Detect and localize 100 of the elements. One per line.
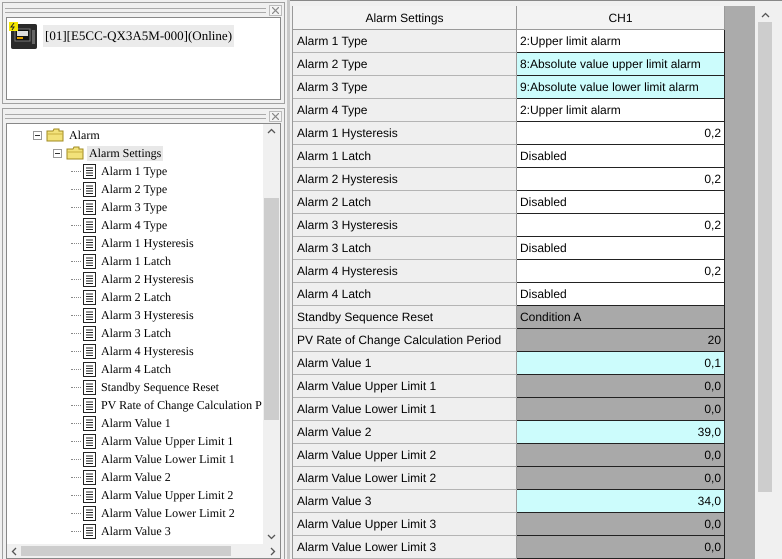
tree-item[interactable]: Alarm 3 Hysteresis — [99, 308, 196, 322]
device-label[interactable]: [01][E5CC-QX3A5M-000](Online) — [43, 25, 234, 47]
tree-item[interactable]: Alarm 2 Type — [99, 182, 170, 196]
document-icon — [83, 290, 96, 304]
document-icon — [83, 200, 96, 214]
value-cell: 0,0 — [517, 467, 725, 490]
scroll-right-icon[interactable] — [270, 546, 276, 556]
value-cell[interactable]: Disabled — [517, 145, 725, 168]
close-button[interactable] — [269, 110, 282, 122]
tree-item[interactable]: Alarm Settings — [87, 146, 164, 160]
value-cell: 20 — [517, 329, 725, 352]
scroll-up-icon[interactable] — [760, 12, 770, 18]
value-cell[interactable]: 2:Upper limit alarm — [517, 99, 725, 122]
tree-item[interactable]: Alarm 1 Type — [99, 164, 170, 178]
row-header: Alarm 4 Hysteresis — [293, 260, 517, 283]
document-icon — [83, 434, 96, 448]
document-icon — [83, 164, 96, 178]
scroll-down-icon[interactable] — [267, 534, 276, 540]
device-icon — [9, 22, 39, 50]
value-cell[interactable]: 8:Absolute value upper limit alarm — [517, 53, 725, 76]
tree-item[interactable]: Alarm Value 3 — [99, 524, 173, 538]
tree-item[interactable]: Standby Sequence Reset — [99, 380, 221, 394]
value-cell[interactable]: 0,2 — [517, 122, 725, 145]
value-cell[interactable]: 39,0 — [517, 421, 725, 444]
row-header: Alarm 1 Hysteresis — [293, 122, 517, 145]
document-icon — [83, 326, 96, 340]
collapse-icon[interactable] — [33, 130, 42, 140]
document-icon — [83, 398, 96, 412]
document-icon — [83, 470, 96, 484]
tree-item[interactable]: Alarm Value Lower Limit 2 — [99, 506, 237, 520]
document-icon — [83, 254, 96, 268]
tree-item[interactable]: Alarm 3 Latch — [99, 326, 173, 340]
value-cell[interactable]: 0,2 — [517, 260, 725, 283]
document-icon — [83, 272, 96, 286]
scrollbar[interactable] — [7, 544, 280, 558]
document-icon — [83, 236, 96, 250]
tree-item[interactable]: Alarm Value 2 — [99, 470, 173, 484]
document-icon — [83, 344, 96, 358]
document-icon — [83, 416, 96, 430]
tree-item[interactable]: Alarm Value Upper Limit 1 — [99, 434, 236, 448]
document-icon — [83, 488, 96, 502]
tree-item[interactable]: PV Rate of Change Calculation P — [99, 398, 263, 412]
scroll-up-icon[interactable] — [267, 128, 276, 134]
value-cell[interactable]: Disabled — [517, 237, 725, 260]
row-header: Alarm Value 3 — [293, 490, 517, 513]
tree-item[interactable]: Alarm 2 Latch — [99, 290, 173, 304]
value-cell: 0,0 — [517, 536, 725, 559]
tree-item[interactable]: Alarm 3 Type — [99, 200, 170, 214]
value-cell[interactable]: Disabled — [517, 283, 725, 306]
document-icon — [83, 182, 96, 196]
folder-icon — [46, 128, 64, 142]
row-header: Alarm Value Lower Limit 3 — [293, 536, 517, 559]
row-header: Alarm 3 Hysteresis — [293, 214, 517, 237]
value-cell[interactable]: 0,1 — [517, 352, 725, 375]
row-header: Alarm 4 Latch — [293, 283, 517, 306]
document-icon — [83, 308, 96, 322]
value-cell: 0,0 — [517, 513, 725, 536]
document-icon — [83, 524, 96, 538]
row-header: Standby Sequence Reset — [293, 306, 517, 329]
row-header: Alarm 2 Hysteresis — [293, 168, 517, 191]
value-cell[interactable]: 2:Upper limit alarm — [517, 30, 725, 53]
tree-item[interactable]: Alarm Value Upper Limit 2 — [99, 488, 236, 502]
tree-item[interactable]: Alarm 1 Hysteresis — [99, 236, 196, 250]
collapse-icon[interactable] — [53, 148, 62, 158]
column-header[interactable]: CH1 — [517, 6, 725, 30]
column-header[interactable]: Alarm Settings — [293, 6, 517, 30]
value-cell[interactable]: 0,2 — [517, 168, 725, 191]
row-header: Alarm 2 Type — [293, 53, 517, 76]
row-header: Alarm Value Lower Limit 2 — [293, 467, 517, 490]
document-icon — [83, 218, 96, 232]
row-header: Alarm 1 Latch — [293, 145, 517, 168]
value-cell: 0,0 — [517, 444, 725, 467]
row-header: Alarm Value Upper Limit 3 — [293, 513, 517, 536]
scroll-left-icon[interactable] — [11, 546, 17, 556]
row-header: Alarm 2 Latch — [293, 191, 517, 214]
value-cell[interactable]: 0,2 — [517, 214, 725, 237]
value-cell: Condition A — [517, 306, 725, 329]
row-header: Alarm 4 Type — [293, 99, 517, 122]
tree-item[interactable]: Alarm 4 Hysteresis — [99, 344, 196, 358]
value-cell[interactable]: Disabled — [517, 191, 725, 214]
close-button[interactable] — [269, 4, 282, 16]
value-cell[interactable]: 9:Absolute value lower limit alarm — [517, 76, 725, 99]
tree-item[interactable]: Alarm 1 Latch — [99, 254, 173, 268]
scrollbar[interactable] — [263, 124, 280, 544]
tree-item[interactable]: Alarm — [67, 128, 102, 142]
tree-item[interactable]: Alarm Value 1 — [99, 416, 173, 430]
document-icon — [83, 452, 96, 466]
row-header: Alarm Value 1 — [293, 352, 517, 375]
row-header: Alarm Value Upper Limit 1 — [293, 375, 517, 398]
document-icon — [83, 362, 96, 376]
row-header: Alarm Value Lower Limit 1 — [293, 398, 517, 421]
value-cell[interactable]: 34,0 — [517, 490, 725, 513]
folder-icon — [66, 146, 84, 160]
tree-item[interactable]: Alarm Value Lower Limit 1 — [99, 452, 237, 466]
tree-item[interactable]: Alarm 4 Type — [99, 218, 170, 232]
tree-item[interactable]: Alarm 4 Latch — [99, 362, 173, 376]
tree-item[interactable]: Alarm 2 Hysteresis — [99, 272, 196, 286]
row-header: Alarm 1 Type — [293, 30, 517, 53]
row-header: Alarm Value 2 — [293, 421, 517, 444]
document-icon — [83, 506, 96, 520]
